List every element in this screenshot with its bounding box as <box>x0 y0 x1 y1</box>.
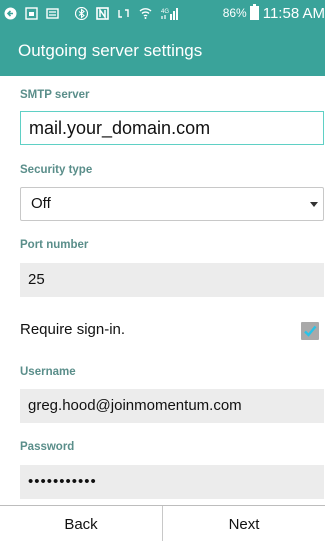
bottom-button-bar: Back Next <box>0 505 325 541</box>
require-signin-checkbox[interactable] <box>301 322 319 340</box>
page-title: Outgoing server settings <box>18 41 203 60</box>
cast-icon <box>118 8 129 18</box>
password-label: Password <box>20 441 75 453</box>
port-number-label: Port number <box>20 239 89 251</box>
require-signin-label: Require sign-in. <box>20 321 126 338</box>
message-icon <box>46 7 59 19</box>
username-label: Username <box>20 366 76 378</box>
bluetooth-icon <box>75 6 88 20</box>
action-bar: Outgoing server settings <box>0 26 325 76</box>
signal-4g-icon: 4G <box>161 7 178 20</box>
security-type-value: Off <box>31 195 51 212</box>
wifi-icon <box>139 7 152 19</box>
status-bar: 4G 86% 11:58 AM <box>0 0 325 26</box>
svg-text:4G: 4G <box>161 9 169 15</box>
chevron-down-icon <box>310 202 318 207</box>
status-time: 11:58 AM <box>262 4 325 22</box>
security-type-label: Security type <box>20 164 93 176</box>
back-arrow-icon <box>4 7 17 19</box>
username-input[interactable]: greg.hood@joinmomentum.com <box>20 389 324 423</box>
nfc-icon <box>96 6 109 20</box>
back-button[interactable]: Back <box>0 506 162 541</box>
security-type-select[interactable]: Off <box>20 187 324 221</box>
battery-percent: 86% <box>222 6 247 20</box>
password-input[interactable]: ••••••••••• <box>20 465 324 499</box>
smtp-server-label: SMTP server <box>20 89 90 101</box>
gallery-icon <box>25 6 38 20</box>
checkmark-icon <box>304 325 317 337</box>
smtp-server-input[interactable]: mail.your_domain.com <box>20 111 324 145</box>
next-button[interactable]: Next <box>163 506 325 541</box>
battery-icon <box>249 4 259 20</box>
port-number-input[interactable]: 25 <box>20 263 324 297</box>
